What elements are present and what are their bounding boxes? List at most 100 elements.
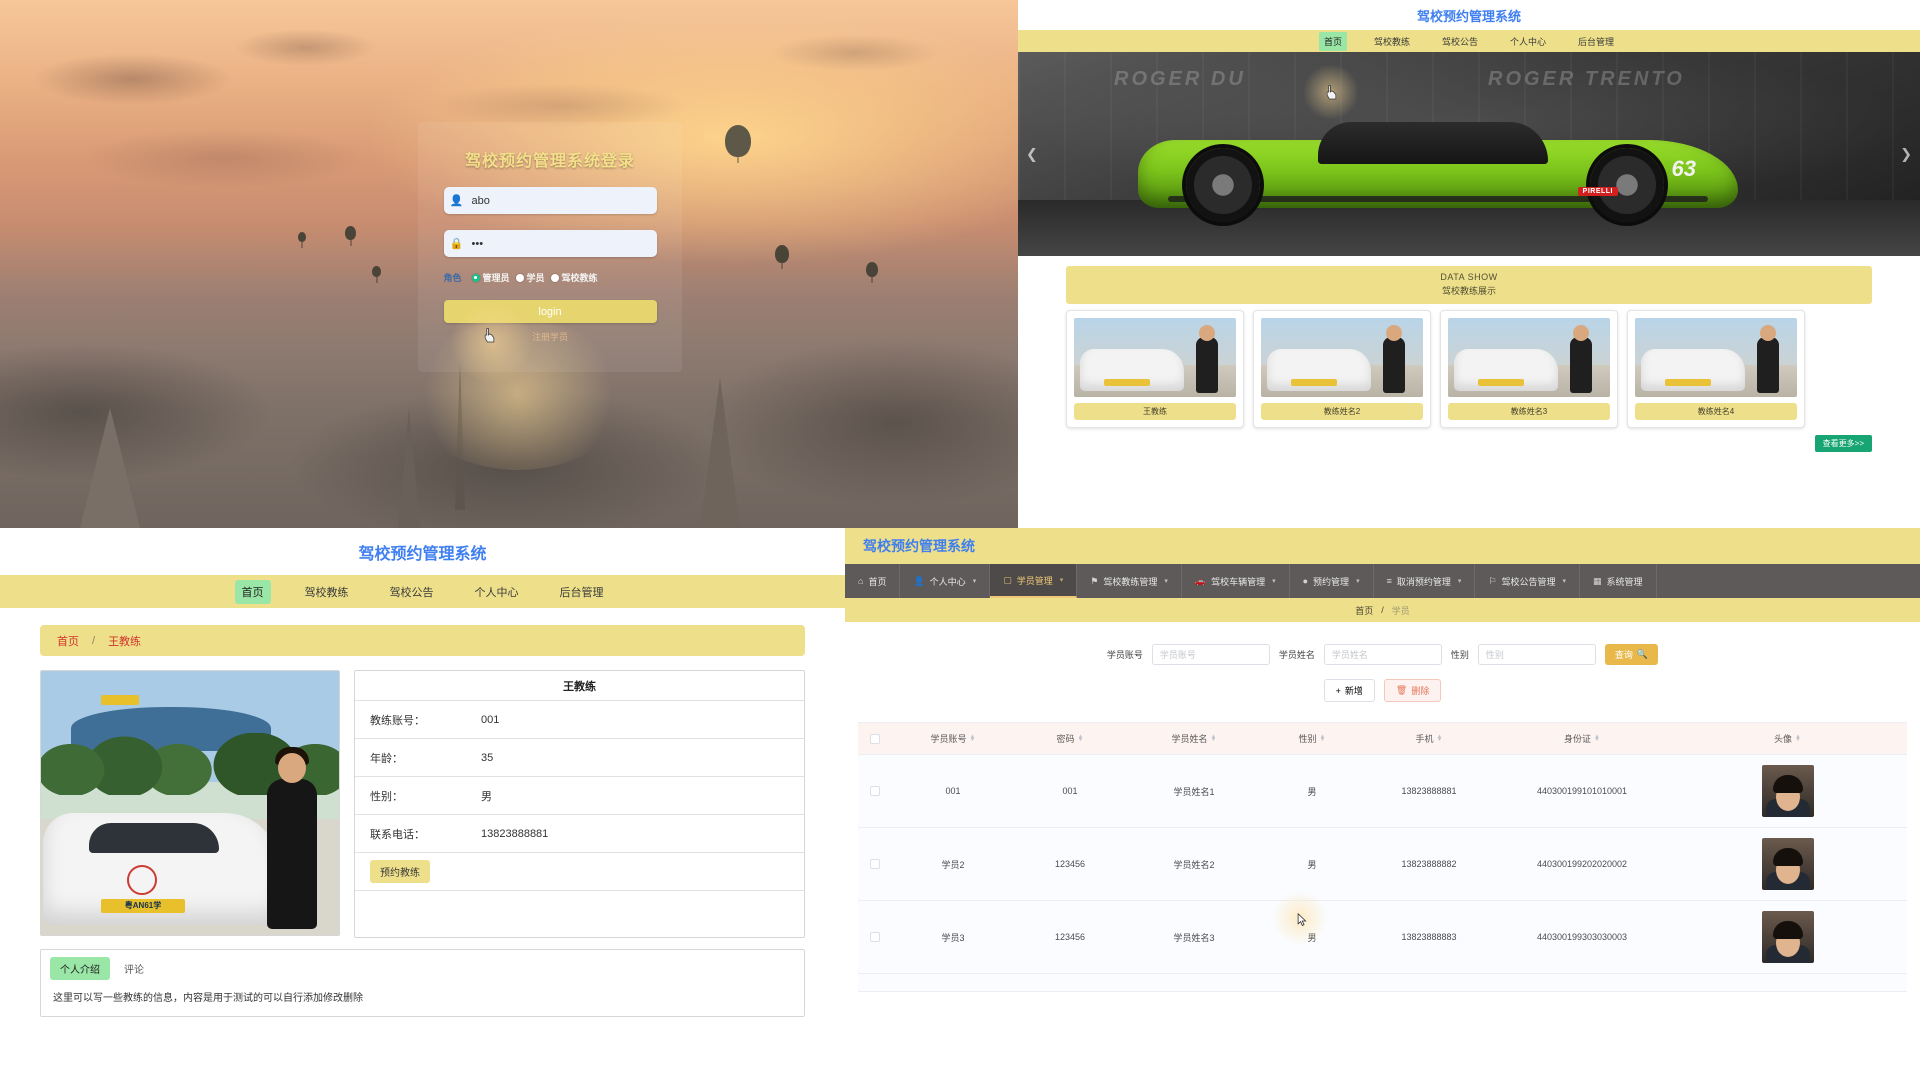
tab-comments[interactable]: 评论 [114, 957, 154, 980]
admin-nav-item-notices[interactable]: ⚐ 驾校公告管理 ▾ [1475, 564, 1580, 598]
table-row[interactable]: 001 001 学员姓名1 男 13823888881 440300199101… [858, 755, 1907, 828]
login-panel: 驾校预约管理系统登录 👤 🔒 角色 管理员 学员 [0, 0, 1018, 528]
admin-op-buttons: + 新增 🗑 删除 [845, 679, 1920, 702]
column-header-sex[interactable]: 性别 ▲ ▼ [1262, 723, 1362, 754]
home-nav-item-notices[interactable]: 驾校公告 [1437, 32, 1483, 51]
hero-watermark-left: ROGER DU [1114, 68, 1246, 90]
coach-nav-item-profile[interactable]: 个人中心 [468, 580, 526, 604]
sort-icon[interactable]: ▲ ▼ [1594, 734, 1600, 743]
breadcrumb-home[interactable]: 首页 [57, 633, 79, 649]
cell-account: 001 [945, 786, 961, 796]
chevron-right-icon[interactable]: ❯ [1900, 146, 1912, 163]
admin-nav-label: 驾校公告管理 [1501, 576, 1556, 587]
coach-card[interactable]: 教练姓名3 [1440, 310, 1618, 428]
cell-sex: 男 [1307, 786, 1317, 797]
column-header-phone[interactable]: 手机 ▲ ▼ [1362, 723, 1496, 754]
search-label-name: 学员姓名 [1278, 650, 1315, 660]
column-header-password[interactable]: 密码 ▲ ▼ [1014, 723, 1126, 754]
admin-nav-item-students[interactable]: ▢ 学员管理 ▾ [990, 564, 1078, 598]
sort-icon[interactable]: ▲ ▼ [970, 734, 976, 743]
sort-icon[interactable]: ▲ ▼ [1078, 734, 1084, 743]
coach-card-name: 教练姓名2 [1261, 403, 1423, 420]
sort-icon[interactable]: ▲ ▼ [1320, 734, 1326, 743]
coach-card[interactable]: 王教练 [1066, 310, 1244, 428]
cell-account: 学员2 [941, 859, 965, 870]
search-input-account[interactable] [1151, 644, 1270, 665]
column-label: 学员账号 [930, 734, 967, 744]
hot-air-balloon [775, 245, 789, 263]
checkbox-icon[interactable] [870, 786, 880, 796]
user-icon: 👤 [449, 195, 464, 207]
username-input[interactable] [469, 187, 657, 214]
column-header-idcard[interactable]: 身份证 ▲ ▼ [1496, 723, 1668, 754]
hot-air-balloon [866, 262, 878, 277]
column-header-account[interactable]: 学员账号 ▲ ▼ [892, 723, 1014, 754]
column-header-name[interactable]: 学员姓名 ▲ ▼ [1126, 723, 1262, 754]
admin-nav-item-vehicles[interactable]: 🚗 驾校车辆管理 ▾ [1182, 564, 1290, 598]
row-checkbox-cell[interactable] [858, 901, 892, 973]
chevron-left-icon[interactable]: ❮ [1026, 146, 1038, 163]
login-card: 驾校预约管理系统登录 👤 🔒 角色 管理员 学员 [418, 122, 682, 372]
radio-icon[interactable] [471, 273, 480, 282]
coach-nav-item-admin[interactable]: 后台管理 [553, 580, 611, 604]
coach-nav-item-notices[interactable]: 驾校公告 [383, 580, 441, 604]
home-nav-item-index[interactable]: 首页 [1318, 31, 1347, 51]
hot-air-balloon [345, 226, 356, 240]
select-all-checkbox-cell[interactable] [858, 723, 892, 754]
home-nav-item-admin[interactable]: 后台管理 [1573, 32, 1619, 51]
query-button[interactable]: 查询 🔍 [1604, 644, 1659, 665]
password-field[interactable]: 🔒 [443, 230, 657, 257]
row-checkbox-cell[interactable] [858, 828, 892, 900]
password-input[interactable] [469, 230, 657, 257]
checkbox-icon[interactable] [870, 932, 880, 942]
sort-icon[interactable]: ▲ ▼ [1795, 734, 1801, 743]
radio-icon[interactable] [515, 273, 524, 282]
table-row-partial[interactable] [858, 974, 1907, 992]
coach-page-title: 驾校预约管理系统 [358, 546, 487, 563]
admin-nav-label: 预约管理 [1313, 576, 1350, 587]
row-checkbox-cell[interactable] [858, 974, 892, 992]
view-more-button[interactable]: 查看更多>> [1814, 435, 1872, 452]
admin-nav-item-cancelled[interactable]: ≡ 取消预约管理 ▾ [1374, 564, 1476, 598]
admin-nav-item-profile[interactable]: 👤 个人中心 ▾ [900, 564, 991, 598]
username-field[interactable]: 👤 [443, 187, 657, 214]
book-coach-button[interactable]: 预约教练 [370, 860, 430, 883]
row-value: 男 [481, 790, 492, 803]
row-checkbox-cell[interactable] [858, 755, 892, 827]
breadcrumb-current: 王教练 [108, 635, 142, 648]
admin-nav-item-coaches[interactable]: ⚑ 驾校教练管理 ▾ [1077, 564, 1182, 598]
coach-nav-item-index[interactable]: 首页 [234, 579, 271, 604]
breadcrumb-home[interactable]: 首页 [1355, 604, 1373, 617]
sort-icon[interactable]: ▲ ▼ [1437, 734, 1443, 743]
checkbox-icon[interactable] [870, 733, 880, 744]
tab-intro[interactable]: 个人介绍 [50, 957, 110, 980]
delete-button[interactable]: 🗑 删除 [1383, 679, 1442, 702]
add-button[interactable]: + 新增 [1323, 679, 1375, 702]
hero-carousel[interactable]: ROGER DU ROGER TRENTO 63 PIRELLI ❮ ❯ [1018, 52, 1920, 256]
search-input-sex[interactable] [1477, 644, 1596, 665]
coach-info-title: 王教练 [355, 671, 804, 701]
search-input-name[interactable] [1323, 644, 1442, 665]
role-option-coach[interactable]: 驾校教练 [550, 271, 598, 284]
coach-card[interactable]: 教练姓名4 [1627, 310, 1805, 428]
coach-card[interactable]: 教练姓名2 [1253, 310, 1431, 428]
column-header-avatar[interactable]: 头像 ▲ ▼ [1668, 723, 1907, 754]
register-link[interactable]: 注册学员 [418, 330, 682, 343]
role-option-student[interactable]: 学员 [515, 271, 545, 284]
coach-nav-item-coaches[interactable]: 驾校教练 [298, 580, 356, 604]
admin-nav-item-home[interactable]: ⌂ 首页 [845, 564, 901, 598]
admin-nav-item-system[interactable]: ▦ 系统管理 [1580, 564, 1657, 598]
home-nav-item-coaches[interactable]: 驾校教练 [1369, 32, 1415, 51]
admin-nav-item-bookings[interactable]: ● 预约管理 ▾ [1290, 564, 1374, 598]
sort-icon[interactable]: ▲ ▼ [1211, 734, 1217, 743]
login-button[interactable]: login [443, 300, 657, 323]
table-row[interactable]: 学员2 123456 学员姓名2 男 13823888882 440300199… [858, 828, 1907, 901]
add-button-label: 新增 [1344, 686, 1363, 696]
role-option-admin[interactable]: 管理员 [471, 271, 510, 284]
radio-icon[interactable] [550, 273, 559, 282]
home-nav-item-profile[interactable]: 个人中心 [1505, 32, 1551, 51]
checkbox-icon[interactable] [870, 859, 880, 869]
search-label-account: 学员账号 [1106, 650, 1143, 660]
table-row[interactable]: 学员3 123456 学员姓名3 男 13823888883 440300199… [858, 901, 1907, 974]
cell-phone: 13823888881 [1401, 786, 1457, 796]
